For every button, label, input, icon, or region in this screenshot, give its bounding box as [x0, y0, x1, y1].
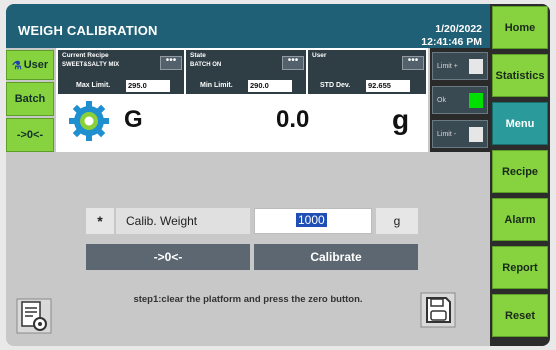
- nav-alarm[interactable]: Alarm: [492, 198, 548, 241]
- state-menu-button[interactable]: •••: [282, 56, 304, 70]
- recipe-menu-button[interactable]: •••: [160, 56, 182, 70]
- nav-statistics[interactable]: Statistics: [492, 54, 548, 97]
- recipe-label: Current Recipe: [62, 52, 109, 59]
- limit-plus-lamp: [469, 59, 483, 74]
- limit-minus-label: Limit -: [437, 131, 457, 138]
- min-limit-box: Min Limit. 290.0: [186, 78, 306, 94]
- state-box: State BATCH ON •••: [186, 50, 306, 78]
- save-icon[interactable]: [420, 292, 456, 328]
- zero-button-side-label: ->0<-: [16, 129, 44, 141]
- unit-code: G: [124, 106, 143, 133]
- date-text: 1/20/2022: [435, 23, 482, 35]
- user-box: User •••: [308, 50, 426, 78]
- min-limit-field[interactable]: 290.0: [248, 80, 292, 92]
- limit-plus-indicator: Limit +: [432, 52, 488, 80]
- ok-lamp: [469, 93, 483, 108]
- instruction-text: step1:clear the platform and press the z…: [133, 294, 363, 305]
- datetime-display: 1/20/2022 12:41:46 PM: [421, 23, 482, 49]
- limit-plus-label: Limit +: [437, 63, 458, 70]
- batch-button[interactable]: Batch: [6, 82, 54, 116]
- state-value: BATCH ON: [190, 62, 222, 68]
- ok-label: Ok: [437, 97, 446, 104]
- limit-minus-lamp: [469, 127, 483, 142]
- nav-reset[interactable]: Reset: [492, 294, 548, 337]
- recipe-box: Current Recipe SWEET&SALTY MIX •••: [58, 50, 184, 78]
- zero-button[interactable]: ->0<-: [86, 244, 250, 270]
- nav-report[interactable]: Report: [492, 246, 548, 289]
- weight-unit: g: [392, 104, 410, 135]
- settings-document-icon[interactable]: [16, 298, 52, 334]
- std-dev-label: STD Dev.: [320, 82, 351, 89]
- user-menu-button[interactable]: •••: [402, 56, 424, 70]
- state-label: State: [190, 52, 206, 59]
- nav-menu[interactable]: Menu: [492, 102, 548, 145]
- header-bar: WEIGH CALIBRATION 1/20/2022 12:41:46 PM: [6, 4, 490, 48]
- weight-readout: 0.0: [276, 106, 310, 133]
- std-dev-box: STD Dev. 92.655: [308, 78, 426, 94]
- user-button-label: User: [23, 59, 49, 71]
- nav-home[interactable]: Home: [492, 6, 548, 49]
- max-limit-field[interactable]: 295.0: [126, 80, 170, 92]
- limit-minus-indicator: Limit -: [432, 120, 488, 148]
- max-limit-label: Max Limit.: [76, 82, 111, 89]
- min-limit-label: Min Limit.: [200, 82, 233, 89]
- required-marker: *: [86, 208, 114, 234]
- nav-recipe[interactable]: Recipe: [492, 150, 548, 193]
- limit-indicators: Limit + Ok Limit -: [430, 48, 490, 152]
- screen-title: WEIGH CALIBRATION: [18, 23, 158, 38]
- calib-weight-label: Calib. Weight: [116, 208, 250, 234]
- right-nav: Home Statistics Menu Recipe Alarm Report…: [490, 4, 550, 346]
- info-panel: Current Recipe SWEET&SALTY MIX ••• State…: [56, 48, 428, 152]
- zero-button-side[interactable]: ->0<-: [6, 118, 54, 152]
- user-icon: ⚗: [11, 59, 22, 72]
- ok-indicator: Ok: [432, 86, 488, 114]
- std-dev-field[interactable]: 92.655: [366, 80, 410, 92]
- hmi-screen: WEIGH CALIBRATION 1/20/2022 12:41:46 PM …: [6, 4, 550, 346]
- user-button[interactable]: ⚗ User: [6, 50, 54, 80]
- max-limit-box: Max Limit. 295.0: [58, 78, 184, 94]
- user-label: User: [312, 52, 327, 59]
- calib-weight-unit: g: [376, 208, 418, 234]
- recipe-value: SWEET&SALTY MIX: [62, 62, 120, 68]
- calib-weight-value[interactable]: 1000: [296, 213, 327, 227]
- gear-icon: [69, 101, 109, 141]
- calibrate-button[interactable]: Calibrate: [254, 244, 418, 270]
- batch-button-label: Batch: [14, 93, 46, 105]
